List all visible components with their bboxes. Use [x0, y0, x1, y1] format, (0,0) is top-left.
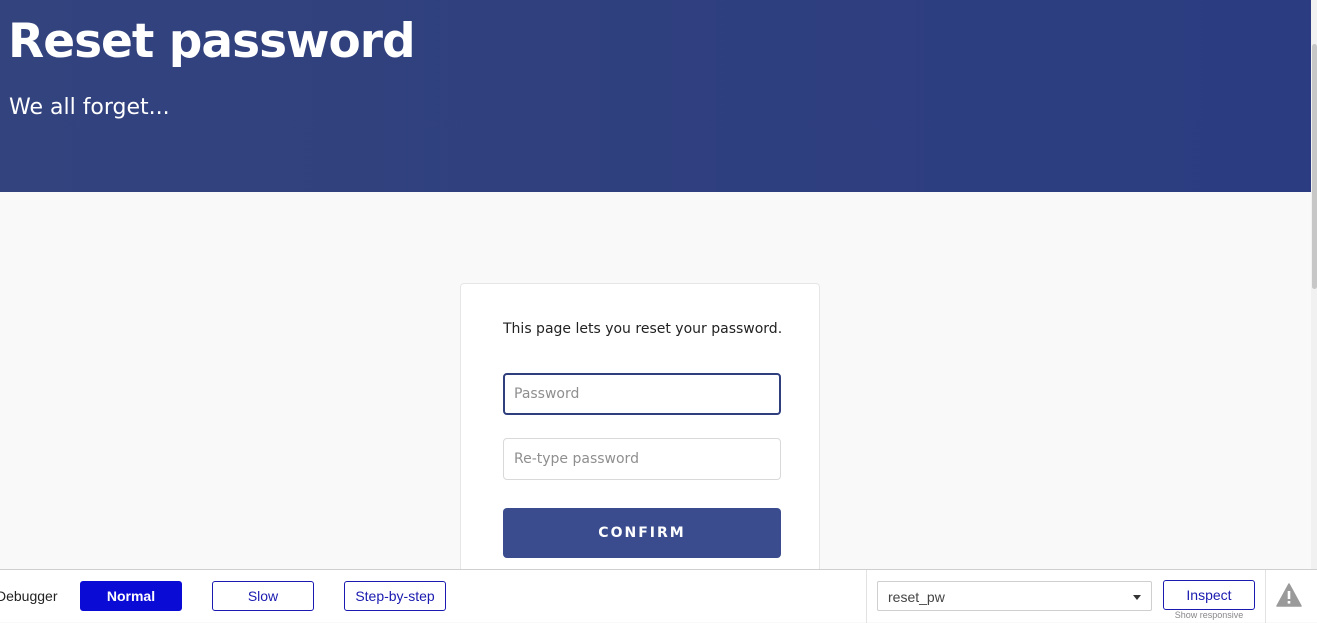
page-title: Reset password — [8, 14, 416, 69]
page-header: Reset password We all forget... — [0, 0, 1311, 192]
retype-password-input[interactable] — [503, 438, 781, 480]
flow-select-value: reset_pw — [888, 589, 945, 605]
mode-normal-button[interactable]: Normal — [80, 581, 182, 611]
confirm-button[interactable]: CONFIRM — [503, 508, 781, 558]
show-responsive-link[interactable]: Show responsive — [1163, 610, 1255, 620]
toolbar-divider — [1265, 570, 1266, 623]
debugger-label: Debugger — [0, 588, 58, 604]
password-input[interactable] — [503, 373, 781, 415]
scrollbar-thumb[interactable] — [1312, 44, 1317, 289]
mode-slow-button[interactable]: Slow — [212, 581, 314, 611]
warning-icon[interactable] — [1276, 583, 1302, 607]
flow-select[interactable]: reset_pw — [877, 581, 1152, 611]
card-intro-text: This page lets you reset your password. — [503, 321, 783, 337]
page-scrollbar[interactable] — [1311, 0, 1317, 570]
chevron-down-icon — [1133, 595, 1141, 600]
reset-password-card: This page lets you reset your password. … — [460, 283, 820, 583]
toolbar-divider — [866, 570, 867, 623]
inspect-button[interactable]: Inspect — [1163, 580, 1255, 610]
mode-step-by-step-button[interactable]: Step-by-step — [344, 581, 446, 611]
page-subtitle: We all forget... — [9, 95, 170, 120]
debugger-bar: Debugger Normal Slow Step-by-step reset_… — [0, 569, 1317, 623]
